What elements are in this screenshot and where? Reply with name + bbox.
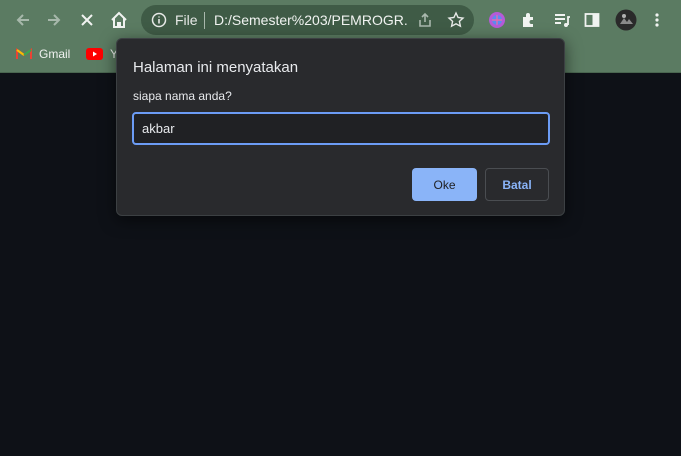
close-icon [81, 14, 93, 26]
bookmark-gmail[interactable]: Gmail [16, 47, 70, 61]
cancel-button[interactable]: Batal [485, 168, 549, 201]
scheme-label: File [175, 12, 198, 28]
prompt-dialog: Halaman ini menyatakan siapa nama anda? … [116, 38, 565, 216]
ok-button[interactable]: Oke [412, 168, 477, 201]
home-icon [111, 11, 127, 28]
youtube-icon [86, 48, 103, 60]
gmail-icon [16, 48, 32, 59]
extension-globe-icon [489, 12, 505, 28]
info-icon[interactable] [151, 12, 167, 28]
stop-loading-button[interactable] [73, 6, 101, 34]
share-icon[interactable] [417, 12, 433, 28]
prompt-input[interactable] [132, 112, 550, 145]
dialog-message: siapa nama anda? [133, 89, 232, 103]
home-button[interactable] [105, 6, 133, 34]
star-icon[interactable] [447, 11, 465, 29]
forward-button[interactable] [40, 6, 68, 34]
bookmark-label: Gmail [39, 47, 71, 61]
arrow-right-icon [48, 14, 61, 26]
back-button[interactable] [9, 6, 37, 34]
menu-button[interactable] [643, 6, 671, 34]
extension-button[interactable] [483, 6, 511, 34]
address-separator [204, 12, 205, 29]
address-bar[interactable]: File D:/Semester%203/PEMROGR... [141, 5, 474, 35]
extensions-button[interactable] [515, 6, 543, 34]
profile-button[interactable] [612, 6, 640, 34]
url-text[interactable]: D:/Semester%203/PEMROGR... [214, 12, 408, 28]
dialog-title: Halaman ini menyatakan [133, 59, 299, 76]
media-control-button[interactable] [548, 6, 576, 34]
kebab-menu-icon [655, 13, 659, 27]
bookmark-youtube[interactable]: Y [86, 47, 118, 61]
side-panel-button[interactable] [578, 6, 606, 34]
browser-toolbar: File D:/Semester%203/PEMROGR... [0, 0, 681, 40]
arrow-left-icon [16, 14, 29, 26]
avatar [615, 9, 637, 31]
puzzle-icon [523, 13, 533, 27]
side-panel-icon [584, 13, 600, 27]
playlist-music-icon [555, 14, 570, 27]
